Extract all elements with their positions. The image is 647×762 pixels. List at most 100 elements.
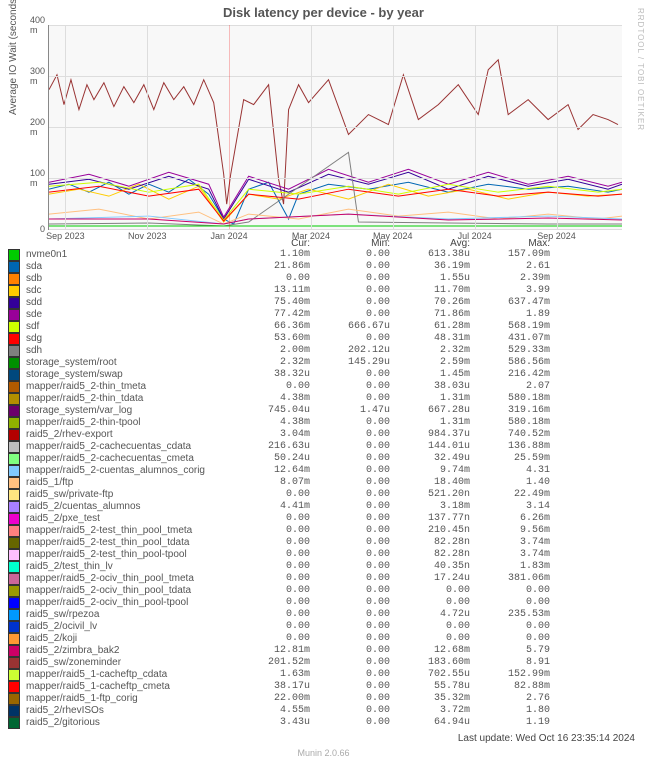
series-max: 740.52m bbox=[474, 429, 554, 441]
series-max: 529.33m bbox=[474, 345, 554, 357]
series-max: 1.89 bbox=[474, 309, 554, 321]
series-max: 3.74m bbox=[474, 549, 554, 561]
series-cur: 0.00 bbox=[234, 561, 314, 573]
series-max: 25.59m bbox=[474, 453, 554, 465]
series-min: 0.00 bbox=[314, 585, 394, 597]
legend-swatch bbox=[8, 429, 20, 441]
series-name: mapper/raid5_1-cacheftp_cdata bbox=[24, 669, 234, 681]
legend-swatch bbox=[8, 285, 20, 297]
legend-swatch bbox=[8, 525, 20, 537]
legend-row: raid5_2/gitorious3.43u0.0064.94u1.19 bbox=[8, 717, 639, 729]
legend-row: mapper/raid5_2-thin_tmeta0.000.0038.03u2… bbox=[8, 381, 639, 393]
series-max: 1.19 bbox=[474, 717, 554, 729]
series-name: raid5_sw/rpezoa bbox=[24, 609, 234, 621]
legend-row: raid5_2/pxe_test0.000.00137.77n6.26m bbox=[8, 513, 639, 525]
series-cur: 745.04u bbox=[234, 405, 314, 417]
legend-row: mapper/raid5_2-ociv_thin_pool_tmeta0.000… bbox=[8, 573, 639, 585]
series-max: 5.79 bbox=[474, 645, 554, 657]
series-max: 4.31 bbox=[474, 465, 554, 477]
series-max: 0.00 bbox=[474, 585, 554, 597]
series-max: 136.88m bbox=[474, 441, 554, 453]
series-avg: 64.94u bbox=[394, 717, 474, 729]
legend-row: storage_system/swap38.32u0.001.45m216.42… bbox=[8, 369, 639, 381]
series-cur: 0.00 bbox=[234, 621, 314, 633]
series-cur: 77.42m bbox=[234, 309, 314, 321]
series-min: 0.00 bbox=[314, 657, 394, 669]
series-name: mapper/raid5_2-ociv_thin_pool-tpool bbox=[24, 597, 234, 609]
series-name: mapper/raid5_2-ociv_thin_pool_tdata bbox=[24, 585, 234, 597]
series-cur: 53.60m bbox=[234, 333, 314, 345]
legend-swatch bbox=[8, 465, 20, 477]
series-min: 0.00 bbox=[314, 441, 394, 453]
legend-row: mapper/raid5_2-cachecuentas_cmeta50.24u0… bbox=[8, 453, 639, 465]
series-max: 580.18m bbox=[474, 417, 554, 429]
series-avg: 3.72m bbox=[394, 705, 474, 717]
series-min: 0.00 bbox=[314, 705, 394, 717]
series-avg: 55.78u bbox=[394, 681, 474, 693]
series-cur: 13.11m bbox=[234, 285, 314, 297]
series-min: 0.00 bbox=[314, 645, 394, 657]
series-cur: 8.07m bbox=[234, 477, 314, 489]
xtick: Mar 2024 bbox=[292, 229, 330, 241]
series-max: 568.19m bbox=[474, 321, 554, 333]
legend-row: mapper/raid5_2-cuentas_alumnos_corig12.6… bbox=[8, 465, 639, 477]
ytick: 100 m bbox=[30, 168, 49, 188]
series-cur: 0.00 bbox=[234, 513, 314, 525]
legend-swatch bbox=[8, 489, 20, 501]
legend-row: mapper/raid5_2-cachecuentas_cdata216.63u… bbox=[8, 441, 639, 453]
legend-row: storage_system/var_log745.04u1.47u667.28… bbox=[8, 405, 639, 417]
series-cur: 0.00 bbox=[234, 273, 314, 285]
y-axis-label: Average IO Wait (seconds) bbox=[8, 0, 19, 115]
legend-row: raid5_2/rhevISOs4.55m0.003.72m1.80 bbox=[8, 705, 639, 717]
series-avg: 70.26m bbox=[394, 297, 474, 309]
series-max: 157.09m bbox=[474, 249, 554, 261]
series-name: sde bbox=[24, 309, 234, 321]
series-name: mapper/raid5_2-ociv_thin_pool_tmeta bbox=[24, 573, 234, 585]
series-max: 637.47m bbox=[474, 297, 554, 309]
legend-row: mapper/raid5_1-cacheftp_cdata1.63m0.0070… bbox=[8, 669, 639, 681]
series-max: 2.76 bbox=[474, 693, 554, 705]
legend-swatch bbox=[8, 693, 20, 705]
series-cur: 12.81m bbox=[234, 645, 314, 657]
series-name: nvme0n1 bbox=[24, 249, 234, 261]
series-cur: 3.04m bbox=[234, 429, 314, 441]
legend-row: raid5_sw/zoneminder201.52m0.00183.60m8.9… bbox=[8, 657, 639, 669]
series-min: 0.00 bbox=[314, 573, 394, 585]
series-min: 0.00 bbox=[314, 537, 394, 549]
series-name: raid5_2/cuentas_alumnos bbox=[24, 501, 234, 513]
legend-row: sdc13.11m0.0011.70m3.99 bbox=[8, 285, 639, 297]
legend-row: raid5_2/koji0.000.000.000.00 bbox=[8, 633, 639, 645]
series-avg: 35.32m bbox=[394, 693, 474, 705]
series-cur: 0.00 bbox=[234, 489, 314, 501]
xtick: Sep 2024 bbox=[537, 229, 576, 241]
series-min: 0.00 bbox=[314, 465, 394, 477]
series-min: 0.00 bbox=[314, 525, 394, 537]
legend-swatch bbox=[8, 669, 20, 681]
series-name: storage_system/var_log bbox=[24, 405, 234, 417]
series-avg: 4.72u bbox=[394, 609, 474, 621]
legend-row: mapper/raid5_2-test_thin_pool_tmeta0.000… bbox=[8, 525, 639, 537]
series-min: 0.00 bbox=[314, 393, 394, 405]
legend-row: raid5_2/test_thin_lv0.000.0040.35n1.83m bbox=[8, 561, 639, 573]
legend-swatch bbox=[8, 549, 20, 561]
series-avg: 1.31m bbox=[394, 417, 474, 429]
legend-row: mapper/raid5_2-ociv_thin_pool_tdata 0.00 0… bbox=[8, 585, 639, 597]
legend-table: Cur: Min: Avg: Max: nvme0n11.10m0.00613.… bbox=[8, 238, 639, 729]
legend-row: mapper/raid5_2-test_thin_pool_tdata0.000… bbox=[8, 537, 639, 549]
legend-row: raid5_sw/rpezoa0.000.004.72u235.53m bbox=[8, 609, 639, 621]
series-cur: 4.38m bbox=[234, 417, 314, 429]
series-name: raid5_2/rhev-export bbox=[24, 429, 234, 441]
series-avg: 71.86m bbox=[394, 309, 474, 321]
series-cur: 0.00 bbox=[234, 549, 314, 561]
series-avg: 36.19m bbox=[394, 261, 474, 273]
legend-row: mapper/raid5_1-cacheftp_cmeta38.17u0.005… bbox=[8, 681, 639, 693]
series-name: mapper/raid5_2-thin_tdata bbox=[24, 393, 234, 405]
series-name: mapper/raid5_2-cachecuentas_cdata bbox=[24, 441, 234, 453]
legend-row: raid5_sw/private-ftp0.000.00521.20n22.49… bbox=[8, 489, 639, 501]
series-max: 22.49m bbox=[474, 489, 554, 501]
legend-row: mapper/raid5_1-ftp_corig22.00m0.0035.32m… bbox=[8, 693, 639, 705]
series-name: mapper/raid5_2-thin-tpool bbox=[24, 417, 234, 429]
xtick: Jul 2024 bbox=[458, 229, 492, 241]
series-avg: 38.03u bbox=[394, 381, 474, 393]
series-name: sdb bbox=[24, 273, 234, 285]
